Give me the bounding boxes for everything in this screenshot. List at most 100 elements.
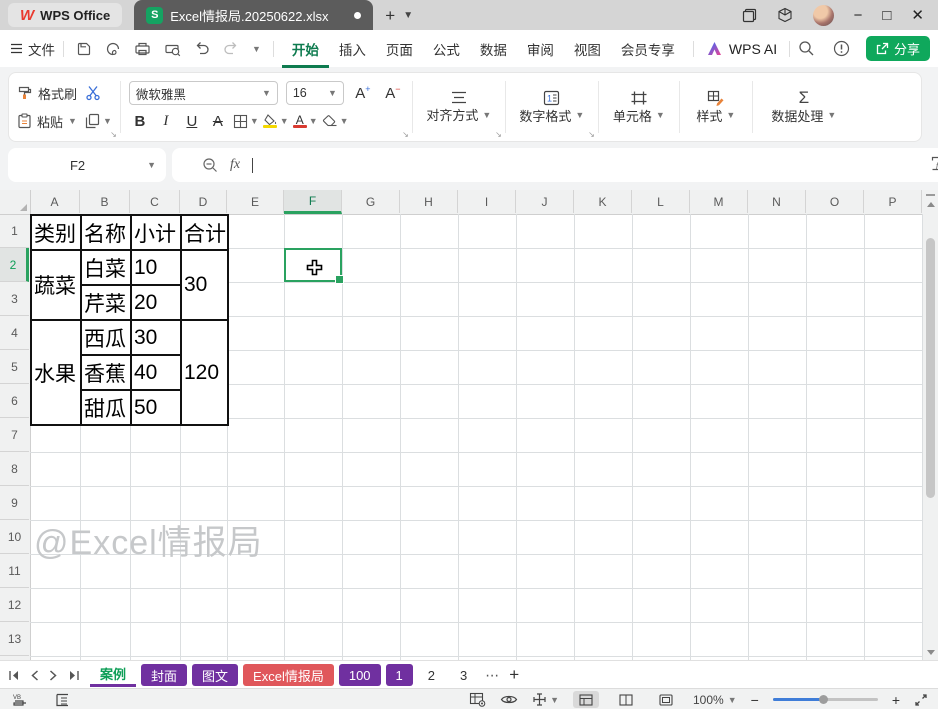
undo-icon[interactable]: [194, 41, 210, 56]
table-cell[interactable]: 50: [131, 390, 181, 425]
row-header-2[interactable]: 2: [0, 248, 29, 282]
row-header-10[interactable]: 10: [0, 520, 29, 554]
column-header-G[interactable]: G: [342, 190, 400, 213]
sheet-tab-图文[interactable]: 图文: [192, 664, 238, 686]
tab-list-chevron-icon[interactable]: ▼: [403, 10, 413, 21]
close-button[interactable]: ✕: [911, 8, 924, 23]
table-cell[interactable]: 120: [181, 320, 228, 425]
last-sheet-icon[interactable]: [68, 670, 80, 681]
table-cell[interactable]: 合计: [181, 215, 228, 250]
cells-group[interactable]: 单元格▼: [599, 73, 679, 141]
alignment-dialog-launcher-icon[interactable]: ↘: [495, 130, 502, 139]
sync-warning-icon[interactable]: [833, 40, 850, 57]
spreadsheet-grid[interactable]: ABCDEFGHIJKLMNOP 12345678910111213 @Exce…: [0, 190, 923, 660]
bold-button[interactable]: B: [129, 113, 151, 130]
export-icon[interactable]: [105, 41, 121, 57]
table-cell[interactable]: 蔬菜: [31, 250, 81, 320]
font-size-select[interactable]: 16▼: [286, 81, 344, 105]
row-header-7[interactable]: 7: [0, 418, 29, 452]
row-header-4[interactable]: 4: [0, 316, 29, 350]
zoom-out-formula-icon[interactable]: [202, 157, 218, 173]
page-break-view-button[interactable]: [653, 691, 679, 708]
file-menu[interactable]: 文件: [10, 39, 55, 59]
fill-color-button[interactable]: ▼: [263, 114, 289, 128]
menu-tab-数据[interactable]: 数据: [470, 30, 517, 68]
data-group[interactable]: Σ 数据处理▼: [753, 73, 855, 141]
center-view-button[interactable]: ▼: [532, 692, 559, 707]
share-button[interactable]: 分享: [866, 36, 930, 61]
table-cell[interactable]: 10: [131, 250, 181, 285]
column-header-O[interactable]: O: [806, 190, 864, 213]
clipboard-dialog-launcher-icon[interactable]: ↘: [110, 130, 117, 139]
fullscreen-icon[interactable]: [914, 693, 928, 707]
table-cell[interactable]: 水果: [31, 320, 81, 425]
sheet-tab-封面[interactable]: 封面: [141, 664, 187, 686]
wps-office-menu[interactable]: W WPS Office: [8, 3, 122, 27]
add-sheet-button[interactable]: +: [509, 665, 519, 685]
number-dialog-launcher-icon[interactable]: ↘: [588, 130, 595, 139]
row-header-8[interactable]: 8: [0, 452, 29, 486]
decrease-font-button[interactable]: A−: [382, 84, 404, 102]
save-icon[interactable]: [76, 41, 92, 57]
column-header-J[interactable]: J: [516, 190, 574, 213]
previous-sheet-icon[interactable]: [30, 670, 39, 681]
font-dialog-launcher-icon[interactable]: ↘: [402, 130, 409, 139]
copy-button[interactable]: ▼: [85, 113, 112, 129]
zoom-out-button[interactable]: −: [751, 693, 759, 707]
fill-handle[interactable]: [335, 275, 344, 284]
maximize-button[interactable]: □: [882, 8, 891, 23]
borders-button[interactable]: ▼: [233, 114, 259, 129]
formula-bar[interactable]: fx fx: [172, 148, 938, 182]
eye-icon[interactable]: [500, 693, 518, 706]
column-header-H[interactable]: H: [400, 190, 458, 213]
strikethrough-button[interactable]: A: [207, 113, 229, 130]
document-tab[interactable]: S Excel情报局.20250622.xlsx: [134, 0, 373, 30]
expand-formula-bar-icon[interactable]: fx: [931, 156, 938, 174]
table-cell[interactable]: 30: [131, 320, 181, 355]
italic-button[interactable]: I: [155, 113, 177, 130]
font-color-button[interactable]: A ▼: [293, 115, 318, 128]
apps-cube-icon[interactable]: [777, 7, 793, 23]
page-layout-view-button[interactable]: [613, 691, 639, 708]
user-avatar[interactable]: [813, 5, 834, 26]
wps-ai-button[interactable]: WPS AI: [706, 41, 777, 57]
name-box[interactable]: F2 ▼: [8, 148, 166, 182]
table-cell[interactable]: 小计: [131, 215, 181, 250]
quickbar-chevron-icon[interactable]: ▼: [252, 44, 261, 54]
font-name-select[interactable]: 微软雅黑▼: [129, 81, 278, 105]
table-cell[interactable]: 类别: [31, 215, 81, 250]
more-sheets-button[interactable]: ⋯: [485, 667, 499, 684]
row-header-12[interactable]: 12: [0, 588, 29, 622]
row-header-3[interactable]: 3: [0, 282, 29, 316]
selected-cell-F2[interactable]: [284, 248, 342, 282]
row-header-9[interactable]: 9: [0, 486, 29, 520]
normal-view-button[interactable]: [573, 691, 599, 708]
table-cell[interactable]: 甜瓜: [81, 390, 131, 425]
table-settings-icon[interactable]: [469, 692, 486, 707]
number-format-group[interactable]: 1 数字格式▼ ↘: [506, 73, 598, 141]
menu-tab-会员专享[interactable]: 会员专享: [611, 30, 685, 68]
new-tab-button[interactable]: +: [385, 7, 395, 24]
menu-tab-页面[interactable]: 页面: [376, 30, 423, 68]
table-cell[interactable]: 40: [131, 355, 181, 390]
menu-tab-审阅[interactable]: 审阅: [517, 30, 564, 68]
clear-format-button[interactable]: ▼: [322, 115, 349, 128]
vertical-scrollbar[interactable]: [923, 190, 938, 660]
table-cell[interactable]: 20: [131, 285, 181, 320]
print-preview-icon[interactable]: [164, 41, 181, 57]
select-all-corner[interactable]: [0, 190, 31, 215]
column-header-L[interactable]: L: [632, 190, 690, 213]
column-header-A[interactable]: A: [30, 190, 80, 213]
table-cell[interactable]: 西瓜: [81, 320, 131, 355]
redo-icon[interactable]: [223, 41, 239, 56]
macro-icon[interactable]: VB: [12, 693, 29, 707]
zoom-level-control[interactable]: 100% ▼: [693, 693, 737, 707]
row-header-5[interactable]: 5: [0, 350, 29, 384]
table-cell[interactable]: 白菜: [81, 250, 131, 285]
table-cell[interactable]: 香蕉: [81, 355, 131, 390]
zoom-slider-thumb[interactable]: [819, 695, 828, 704]
zoom-slider[interactable]: [773, 698, 878, 701]
split-handle-icon[interactable]: [926, 194, 935, 196]
column-header-N[interactable]: N: [748, 190, 806, 213]
table-cell[interactable]: 名称: [81, 215, 131, 250]
